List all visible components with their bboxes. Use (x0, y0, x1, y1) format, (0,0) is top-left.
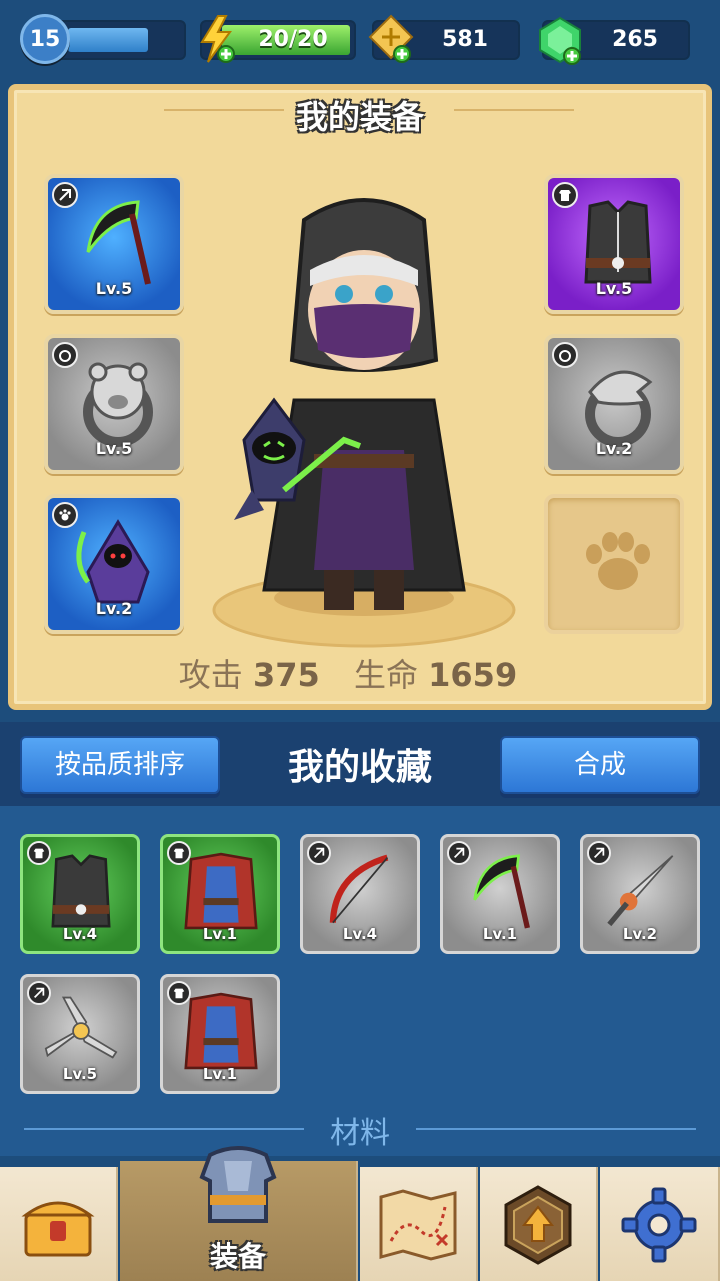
hero-stats: 攻击 375 生命 1659 (14, 650, 706, 696)
hp-label: 生命 (353, 656, 418, 694)
ring-slot-left-level: Lv.5 (95, 439, 133, 458)
shuriken-icon (44, 996, 118, 1059)
gem-add-icon[interactable] (534, 14, 586, 66)
tab-settings[interactable] (600, 1167, 720, 1281)
tab-equipment[interactable]: 装备 (120, 1146, 358, 1281)
player-level: 15 (29, 26, 61, 52)
cape-armor-icon (184, 852, 258, 930)
paw-icon (586, 532, 650, 590)
tab-upgrade[interactable] (480, 1167, 598, 1281)
collection-item[interactable]: Lv.4 (300, 834, 420, 954)
coupon-add-icon[interactable] (366, 12, 416, 66)
collection-item[interactable]: Lv.2 (580, 834, 700, 954)
sort-by-quality-button[interactable]: 按品质排序 (20, 736, 220, 794)
eagle-ring-icon (585, 370, 653, 447)
item-level: Lv.4 (62, 925, 98, 943)
ring-slot-right[interactable]: Lv.2 (544, 334, 684, 474)
item-level: Lv.1 (202, 1065, 238, 1083)
item-level: Lv.5 (62, 1065, 98, 1083)
bottom-navigation: 装备 (0, 1146, 720, 1281)
equipment-panel: 我的装备 Lv.5 Lv.5 Lv.5 Lv.2 Lv.2 攻击 375 生命 … (8, 84, 712, 710)
tab-map[interactable] (360, 1167, 478, 1281)
pet-slot-empty[interactable] (544, 494, 684, 634)
attack-label: 攻击 (178, 656, 243, 694)
experience-fill (68, 28, 148, 52)
materials-divider: 材料 (0, 1106, 720, 1156)
energy-value: 20/20 (258, 27, 328, 52)
gear-icon (621, 1187, 697, 1263)
tab-equipment-label: 装备 (209, 1240, 266, 1273)
collection-title: 我的收藏 (287, 747, 432, 788)
armor-slot-level: Lv.5 (595, 279, 633, 298)
sword-icon (607, 855, 674, 927)
armor-slot[interactable]: Lv.5 (544, 174, 684, 314)
armor-vest-icon (584, 200, 652, 284)
collection-item[interactable]: Lv.4 (20, 834, 140, 954)
upgrade-arrow-icon (504, 1185, 572, 1265)
bear-ring-icon (83, 362, 153, 447)
player-level-badge[interactable]: 15 (20, 14, 70, 64)
reaper-pet-icon (76, 519, 150, 604)
collection-header: 按品质排序 我的收藏 合成 (0, 722, 720, 806)
collection-item[interactable]: Lv.5 (20, 974, 140, 1094)
pet-slot-left-level: Lv.2 (95, 599, 133, 618)
collection-item[interactable]: Lv.1 (440, 834, 560, 954)
hp-value: 1659 (428, 656, 518, 694)
map-icon (379, 1189, 457, 1261)
weapon-slot[interactable]: Lv.5 (44, 174, 184, 314)
bow-icon (329, 854, 389, 924)
armor-vest-icon (51, 854, 111, 928)
item-level: Lv.1 (482, 925, 518, 943)
scythe-icon (473, 854, 530, 929)
item-level: Lv.1 (202, 925, 238, 943)
hero-character[interactable] (174, 190, 554, 650)
ring-slot-right-level: Lv.2 (595, 439, 633, 458)
cape-armor-icon (184, 992, 258, 1070)
merge-button[interactable]: 合成 (500, 736, 700, 794)
lightning-add-icon[interactable] (196, 14, 236, 64)
tab-shop[interactable] (0, 1167, 118, 1281)
collection-grid: Lv.4 Lv.1 Lv.4 Lv.1 Lv.2 Lv.5 Lv.1 (0, 806, 720, 1106)
equipment-title: 我的装备 (295, 98, 424, 136)
item-level: Lv.2 (622, 925, 658, 943)
materials-label: 材料 (330, 1116, 390, 1151)
treasure-chest-icon (21, 1201, 95, 1257)
item-level: Lv.4 (342, 925, 378, 943)
coupon-value: 581 (442, 27, 488, 52)
armor-icon (199, 1146, 277, 1223)
top-resource-bar: 15 20/20 581 265 (0, 0, 720, 80)
weapon-slot-level: Lv.5 (95, 279, 133, 298)
pet-slot-left[interactable]: Lv.2 (44, 494, 184, 634)
scythe-icon (86, 200, 151, 285)
collection-item[interactable]: Lv.1 (160, 974, 280, 1094)
attack-value: 375 (252, 656, 320, 694)
gem-value: 265 (612, 27, 658, 52)
collection-item[interactable]: Lv.1 (160, 834, 280, 954)
ring-slot-left[interactable]: Lv.5 (44, 334, 184, 474)
